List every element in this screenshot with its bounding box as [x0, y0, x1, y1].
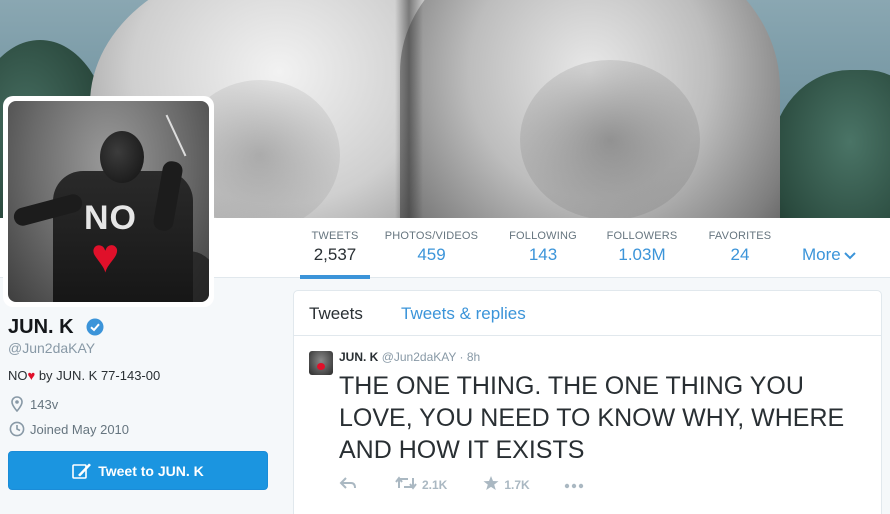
stat-photos-videos[interactable]: PHOTOS/VIDEOS 459 [383, 218, 480, 278]
tweet-text: THE ONE THING. THE ONE THING YOU LOVE, Y… [339, 372, 845, 464]
stat-following-label: FOLLOWING [509, 230, 577, 242]
favorite-count: 1.7K [504, 477, 530, 492]
tweet-separator: · [459, 350, 464, 364]
tweet-header: JUN. K @Jun2daKAY · 8h [339, 350, 480, 364]
tweet-to-button[interactable]: Tweet to JUN. K [8, 451, 268, 490]
stat-favorites[interactable]: FAVORITES 24 [705, 218, 775, 278]
stat-followers[interactable]: FOLLOWERS 1.03M [603, 218, 681, 278]
reply-icon [339, 476, 362, 493]
profile-name[interactable]: JUN. K [8, 316, 74, 339]
stat-tweets-label: TWEETS [311, 230, 359, 242]
profile-avatar-frame: NO ♥ [3, 96, 214, 307]
clock-icon [8, 421, 26, 437]
join-date-text: Joined May 2010 [30, 421, 130, 437]
stat-following-value: 143 [528, 245, 558, 264]
retweet-icon [395, 476, 422, 493]
stat-favorites-label: FAVORITES [708, 230, 772, 242]
star-icon [483, 475, 504, 494]
location-text: 143v [30, 396, 59, 412]
timeline-tabs: Tweets Tweets & replies [294, 291, 881, 336]
profile-handle[interactable]: @Jun2daKAY [8, 340, 95, 356]
tab-tweets-and-replies[interactable]: Tweets & replies [401, 304, 526, 324]
tweet-author-avatar[interactable] [309, 351, 333, 375]
retweet-button[interactable]: 2.1K [395, 476, 447, 493]
tweet-author-handle[interactable]: @Jun2daKAY [382, 350, 456, 364]
stat-photos-videos-label: PHOTOS/VIDEOS [384, 230, 479, 242]
stat-tweets-value: 2,537 [313, 245, 357, 264]
stat-followers-label: FOLLOWERS [606, 230, 678, 242]
stat-followers-value: 1.03M [618, 245, 666, 264]
stat-following[interactable]: FOLLOWING 143 [505, 218, 581, 278]
stat-favorites-value: 24 [730, 245, 750, 264]
timeline-panel: Tweets Tweets & replies JUN. K @Jun2daKA… [293, 290, 882, 514]
tweet-actions: 2.1K 1.7K [339, 475, 589, 494]
more-menu-button[interactable]: More [802, 245, 856, 266]
profile-avatar[interactable]: NO ♥ [8, 101, 209, 302]
profile-join-date: Joined May 2010 [8, 421, 129, 437]
bio-suffix: by JUN. K 77-143-00 [35, 368, 161, 383]
verified-badge-icon [86, 318, 104, 336]
profile-location: 143v [8, 396, 58, 412]
stat-photos-videos-value: 459 [417, 245, 446, 264]
more-dots-icon [564, 478, 589, 492]
tweet-timestamp[interactable]: 8h [467, 350, 480, 364]
stat-tweets[interactable]: TWEETS 2,537 [300, 218, 370, 279]
quill-icon [72, 462, 92, 480]
more-label: More [802, 245, 841, 264]
retweet-count: 2.1K [422, 477, 448, 492]
location-pin-icon [8, 396, 26, 412]
profile-bio: NO♥ by JUN. K 77-143-00 [8, 368, 160, 383]
tab-tweets[interactable]: Tweets [309, 304, 363, 324]
more-actions-button[interactable] [564, 478, 589, 492]
favorite-button[interactable]: 1.7K [483, 475, 530, 494]
chevron-down-icon [844, 246, 856, 266]
reply-button[interactable] [339, 476, 362, 493]
bio-prefix: NO [8, 368, 28, 383]
avatar-heart-icon: ♥ [91, 230, 120, 283]
tweet-to-label: Tweet to JUN. K [98, 462, 204, 479]
tweet-author-name[interactable]: JUN. K [339, 350, 378, 364]
